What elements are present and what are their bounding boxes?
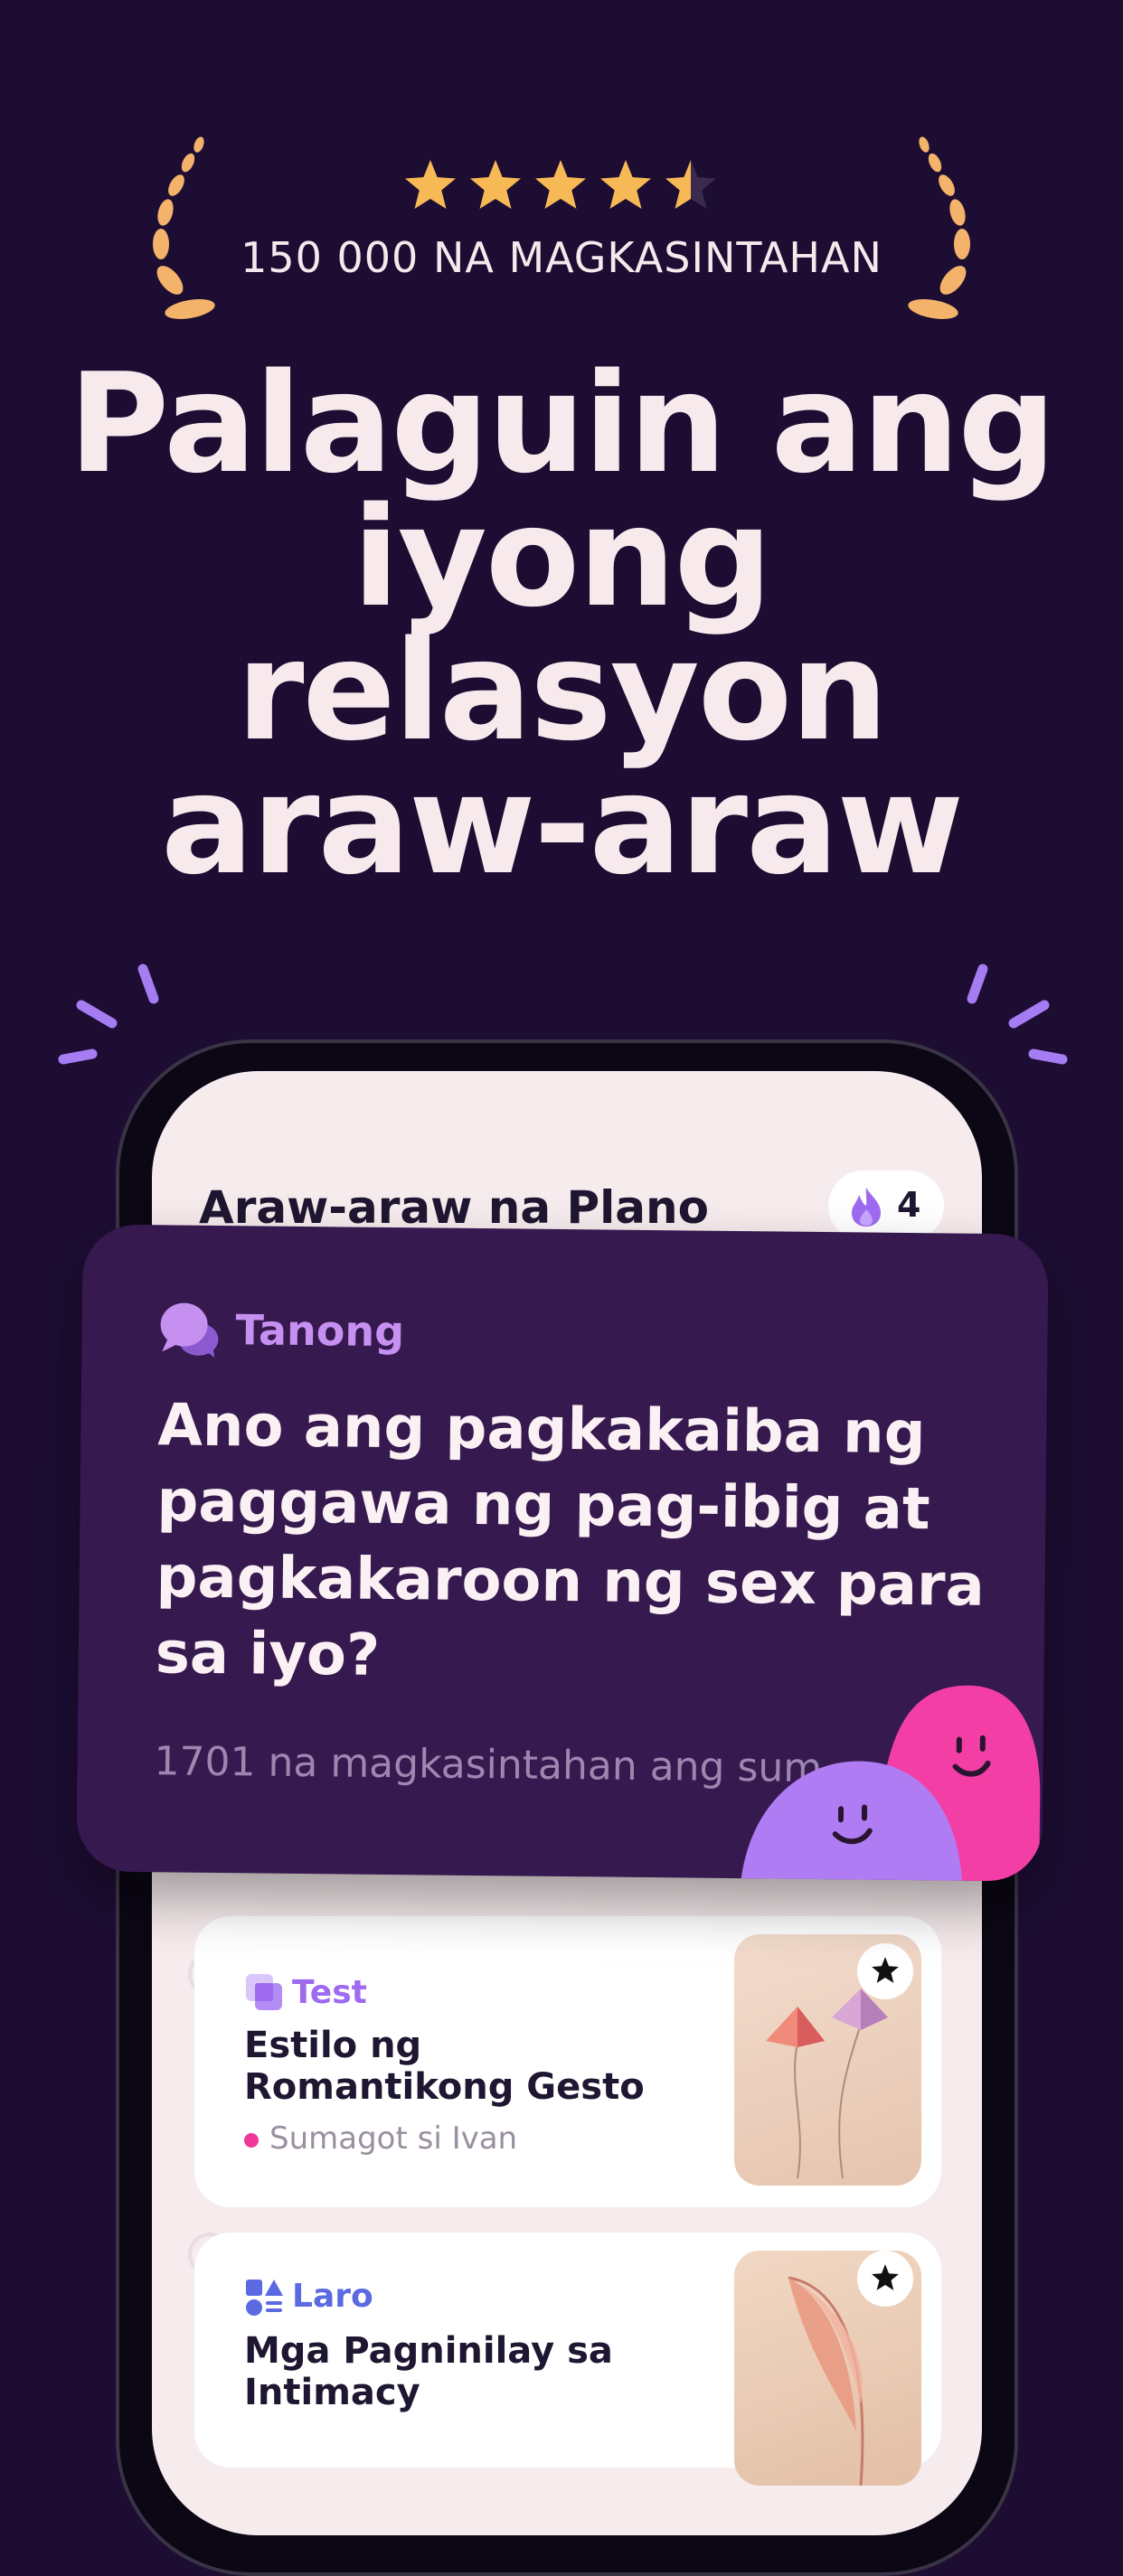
plan-item-title: Mga Pagninilay sa Intimacy bbox=[244, 2330, 669, 2413]
sparkle-left-icon bbox=[54, 958, 172, 1067]
flame-icon bbox=[848, 1186, 884, 1227]
star-icon bbox=[535, 160, 586, 209]
plan-item-card[interactable]: Test Estilo ng Romantikong Gesto Sumagot… bbox=[194, 1916, 941, 2207]
answered-count: 1701 na magkasintahan ang sum bbox=[154, 1738, 841, 1791]
star-icon bbox=[871, 1956, 900, 1985]
status-text: Sumagot si Ivan bbox=[269, 2120, 517, 2157]
plan-item-status: Sumagot si Ivan bbox=[244, 2120, 517, 2157]
headline: Palaguin ang iyong relasyon araw-araw bbox=[54, 357, 1069, 892]
streak-badge[interactable]: 4 bbox=[828, 1170, 944, 1241]
plan-item-title: Estilo ng Romantikong Gesto bbox=[244, 2025, 669, 2108]
star-icon bbox=[470, 160, 521, 209]
half-star-icon bbox=[665, 160, 716, 209]
laurel-left-icon bbox=[136, 136, 217, 325]
sparkle-right-icon bbox=[954, 958, 1071, 1067]
rating-stars bbox=[403, 158, 720, 212]
rating-caption: 150 000 NA MAGKASINTAHAN bbox=[0, 233, 1123, 282]
plan-item-card[interactable]: Laro Mga Pagninilay sa Intimacy bbox=[194, 2233, 941, 2468]
star-icon bbox=[405, 160, 456, 209]
question-tag: Tanong bbox=[235, 1305, 404, 1356]
shapes-icon bbox=[244, 2278, 284, 2317]
plan-item-tag: Test bbox=[292, 1974, 367, 2011]
question-card[interactable]: Tanong Ano ang pagkakaiba ng paggawa ng … bbox=[76, 1224, 1048, 1881]
streak-count: 4 bbox=[897, 1185, 920, 1225]
status-dot bbox=[244, 2133, 259, 2148]
test-icon bbox=[244, 1972, 284, 2012]
laurel-right-icon bbox=[906, 136, 987, 325]
plan-item-tag: Laro bbox=[292, 2278, 373, 2315]
bookmark-button[interactable] bbox=[857, 2251, 913, 2307]
star-icon bbox=[600, 160, 651, 209]
hero-section: 150 000 NA MAGKASINTAHAN Palaguin ang iy… bbox=[0, 0, 1123, 931]
chat-bubbles-icon bbox=[158, 1299, 222, 1359]
bookmark-button[interactable] bbox=[857, 1943, 913, 1999]
star-icon bbox=[871, 2263, 900, 2292]
couple-blobs-illustration bbox=[741, 1647, 1049, 1881]
